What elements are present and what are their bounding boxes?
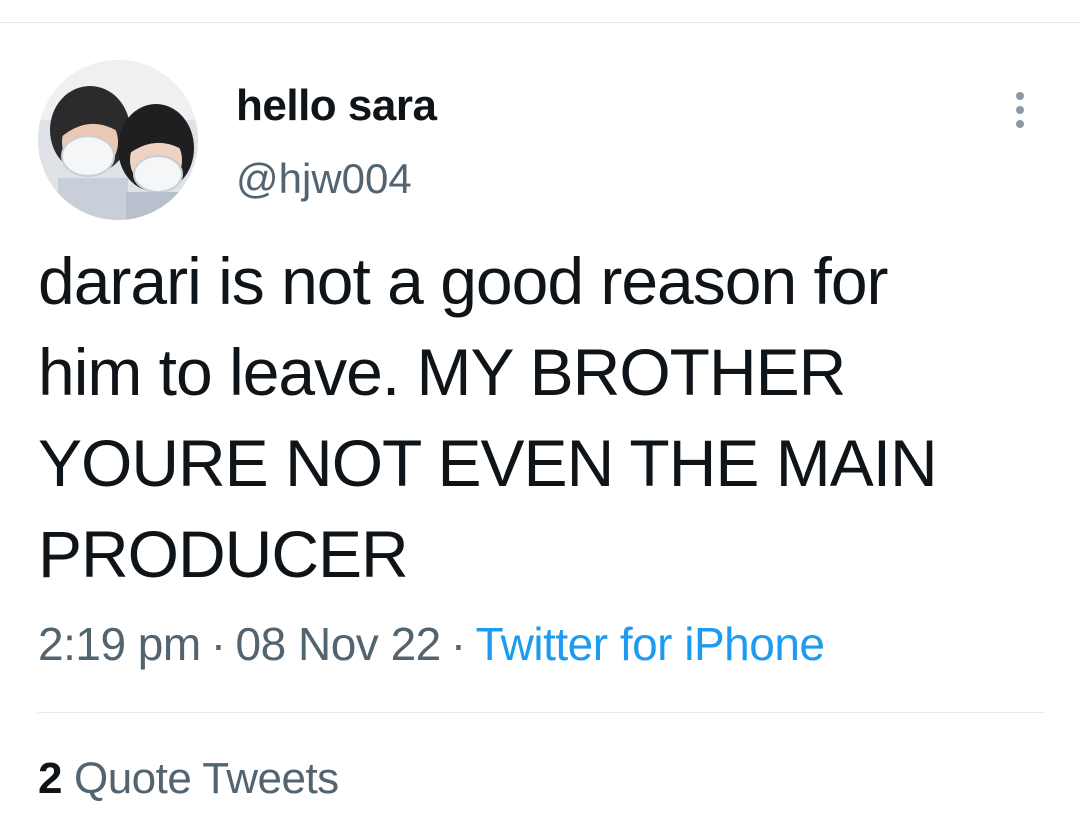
- more-options-button[interactable]: [1002, 84, 1038, 132]
- meta-separator: ·: [210, 618, 226, 670]
- meta-separator: ·: [450, 618, 466, 670]
- tweet-date[interactable]: 08 Nov 22: [236, 618, 442, 670]
- tweet-meta: 2:19 pm · 08 Nov 22 · Twitter for iPhone: [38, 616, 825, 672]
- tweet-time[interactable]: 2:19 pm: [38, 618, 201, 670]
- quote-tweets-link[interactable]: 2 Quote Tweets: [38, 752, 339, 806]
- author-handle[interactable]: @hjw004: [236, 154, 412, 204]
- stats-divider: [38, 712, 1044, 713]
- tweet-text-line: him to leave. MY BROTHER: [38, 335, 846, 409]
- top-divider: [0, 22, 1080, 23]
- quote-label: Quote Tweets: [73, 754, 339, 803]
- tweet-text: darari is not a good reason for him to l…: [38, 236, 1048, 600]
- tweet-text-line: PRODUCER: [38, 517, 409, 591]
- author-display-name[interactable]: hello sara: [236, 80, 437, 132]
- quote-count: 2: [38, 754, 62, 803]
- more-vertical-icon-dot: [1016, 106, 1024, 114]
- tweet-text-line: YOURE NOT EVEN THE MAIN: [38, 426, 938, 500]
- avatar[interactable]: [38, 60, 198, 220]
- more-vertical-icon: [1016, 92, 1024, 100]
- more-vertical-icon-dot: [1016, 120, 1024, 128]
- tweet-source-link[interactable]: Twitter for iPhone: [476, 618, 825, 670]
- profile-photo-icon: [38, 60, 198, 220]
- tweet-text-line: darari is not a good reason for: [38, 244, 889, 318]
